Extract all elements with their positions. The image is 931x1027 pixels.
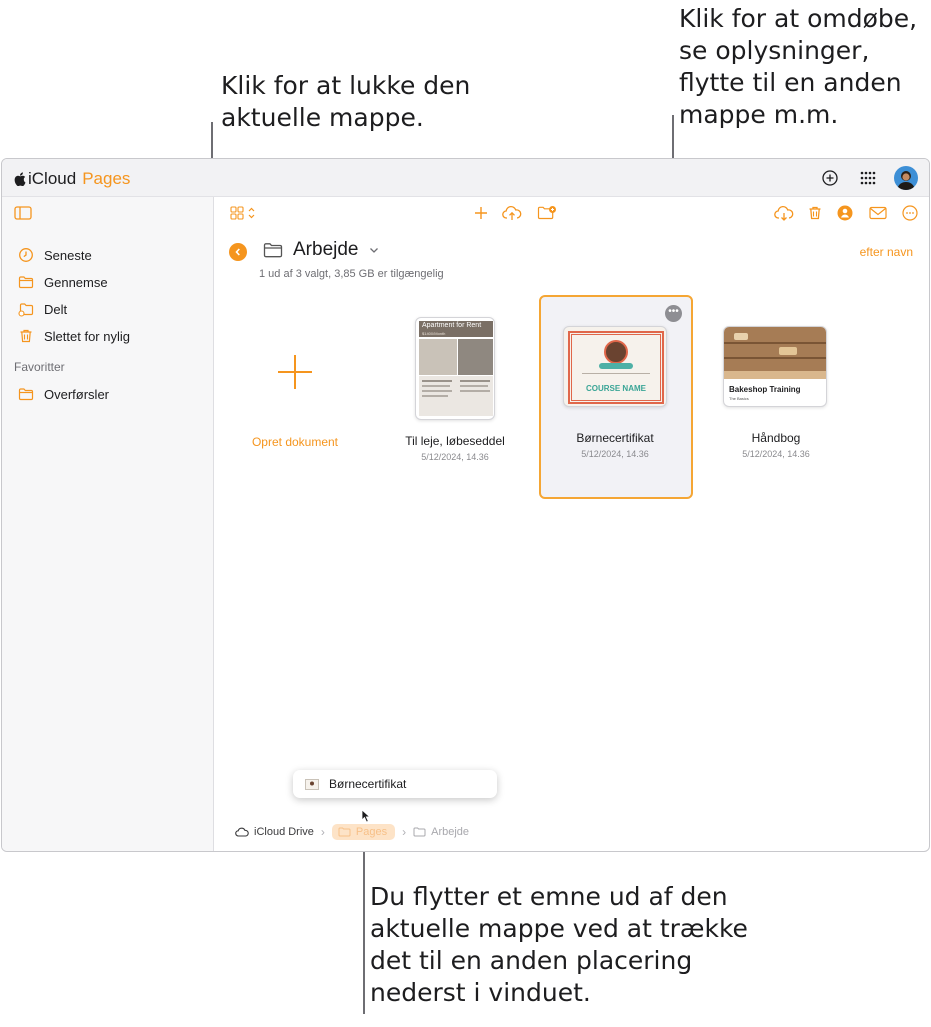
- create-document-button[interactable]: Opret dokument: [245, 342, 345, 449]
- thumb-title: COURSE NAME: [585, 384, 646, 393]
- breadcrumb-item-pages[interactable]: Pages: [331, 824, 396, 840]
- document-icon: [305, 778, 319, 790]
- thumb-subtitle: The Basics: [729, 396, 749, 401]
- callout-line: nederst i vinduet.: [370, 978, 591, 1007]
- breadcrumb-item-arbejde[interactable]: Arbejde: [413, 826, 469, 838]
- avatar[interactable]: [894, 166, 918, 190]
- more-icon[interactable]: [899, 202, 921, 224]
- apple-logo-icon: [14, 172, 26, 186]
- favorites-heading: Favoritter: [14, 360, 65, 374]
- sidebar-item-label: Gennemse: [44, 274, 108, 290]
- collaborate-icon[interactable]: [834, 202, 856, 224]
- close-folder-button[interactable]: [229, 243, 247, 261]
- dragged-item[interactable]: Børnecertifikat: [293, 770, 497, 798]
- callout-line: aktuelle mappe.: [221, 103, 424, 132]
- dragged-item-label: Børnecertifikat: [329, 777, 407, 791]
- document-item[interactable]: Til leje, løbeseddel 5/12/2024, 14.36: [380, 434, 530, 462]
- document-date: 5/12/2024, 14.36: [742, 449, 810, 459]
- title-bar: iCloud Pages: [2, 159, 929, 197]
- thumb-title: Bakeshop Training: [729, 385, 801, 394]
- brand-icloud: iCloud: [28, 169, 77, 188]
- sidebar-item-label: Slettet for nylig: [44, 328, 130, 344]
- view-options-icon[interactable]: [229, 202, 261, 224]
- folder-icon: [338, 827, 351, 837]
- document-date: 5/12/2024, 14.36: [421, 452, 489, 462]
- new-folder-icon[interactable]: [536, 202, 558, 224]
- breadcrumb-item-icloud-drive[interactable]: iCloud Drive: [235, 826, 314, 838]
- callout-drag: Du flytter et emne ud af den aktuelle ma…: [370, 881, 748, 1009]
- callout-close-folder: Klik for at lukke den aktuelle mappe.: [221, 70, 470, 134]
- folder-icon: [263, 243, 283, 258]
- sidebar-item-label: Overførsler: [44, 386, 109, 402]
- breadcrumb-label: Arbejde: [431, 826, 470, 838]
- status-text: 1 ud af 3 valgt, 3,85 GB er tilgængelig: [259, 268, 444, 280]
- clock-icon: [19, 248, 33, 262]
- breadcrumb: iCloud Drive › Pages › Arbejde: [235, 821, 469, 843]
- download-icon[interactable]: [773, 202, 795, 224]
- folder-icon: [18, 388, 34, 401]
- shared-folder-icon: [18, 303, 34, 317]
- sidebar-item-delt[interactable]: Delt: [18, 299, 67, 319]
- folder-icon: [18, 276, 34, 289]
- callout-line: det til en anden placering: [370, 946, 693, 975]
- breadcrumb-label: Pages: [355, 826, 388, 838]
- folder-icon: [413, 827, 426, 837]
- callout-pointer-line: [363, 842, 365, 1014]
- main-content: Arbejde 1 ud af 3 valgt, 3,85 GB er tilg…: [215, 197, 929, 851]
- app-grid-icon[interactable]: [858, 168, 878, 188]
- more-options-button[interactable]: •••: [665, 305, 682, 322]
- sidebar-item-label: Seneste: [44, 247, 92, 263]
- folder-name: Arbejde: [293, 239, 359, 260]
- callout-line: Du flytter et emne ud af den: [370, 882, 728, 911]
- thumb-subtitle: $1400/Month: [422, 331, 446, 336]
- plus-icon: [278, 355, 312, 389]
- sidebar-item-label: Delt: [44, 301, 68, 317]
- chevron-right-icon: ›: [320, 825, 325, 839]
- folder-title[interactable]: Arbejde: [263, 239, 379, 261]
- callout-line: se oplysninger,: [679, 36, 870, 65]
- sidebar-item-overforsler[interactable]: Overførsler: [18, 384, 109, 404]
- sidebar: Seneste Gennemse Delt Slettet for nylig …: [2, 197, 214, 851]
- callout-line: aktuelle mappe ved at trække: [370, 914, 748, 943]
- thumb-title: Apartment for Rent: [422, 322, 482, 329]
- document-thumbnail[interactable]: Apartment for Rent $1400/Month: [415, 317, 495, 420]
- sidebar-item-slettet[interactable]: Slettet for nylig: [18, 326, 130, 346]
- cloud-icon: [235, 827, 249, 837]
- callout-line: flytte til en anden: [679, 68, 902, 97]
- app-brand[interactable]: iCloud Pages: [14, 169, 130, 189]
- document-item[interactable]: Børnecertifikat 5/12/2024, 14.36: [540, 431, 690, 459]
- document-thumbnail[interactable]: COURSE NAME: [563, 326, 667, 407]
- callout-line: Klik for at lukke den: [221, 71, 471, 100]
- app-window: iCloud Pages Seneste Gennemse Delt Slett…: [1, 158, 930, 852]
- document-name: Håndbog: [751, 431, 801, 445]
- chevron-left-icon: [235, 248, 240, 256]
- sort-button[interactable]: efter navn: [860, 245, 913, 259]
- chevron-right-icon: ›: [402, 825, 407, 839]
- chevron-down-icon: [369, 248, 378, 253]
- upload-icon[interactable]: [501, 202, 523, 224]
- document-thumbnail[interactable]: Bakeshop Training The Basics: [723, 326, 827, 407]
- delete-icon[interactable]: [804, 202, 826, 224]
- add-document-icon[interactable]: [470, 202, 492, 224]
- document-name: Børnecertifikat: [576, 431, 654, 445]
- brand-pages: Pages: [82, 169, 131, 188]
- document-date: 5/12/2024, 14.36: [581, 449, 649, 459]
- document-item[interactable]: Håndbog 5/12/2024, 14.36: [701, 431, 851, 459]
- trash-icon: [20, 329, 32, 343]
- callout-rename: Klik for at omdøbe, se oplysninger, flyt…: [679, 3, 917, 131]
- mail-icon[interactable]: [867, 202, 889, 224]
- add-icon[interactable]: [820, 168, 840, 188]
- create-document-label: Opret dokument: [251, 435, 339, 449]
- document-name: Til leje, løbeseddel: [405, 434, 505, 448]
- breadcrumb-label: iCloud Drive: [254, 826, 314, 838]
- sidebar-item-gennemse[interactable]: Gennemse: [18, 272, 108, 292]
- sidebar-item-seneste[interactable]: Seneste: [18, 245, 92, 265]
- callout-line: Klik for at omdøbe,: [679, 4, 918, 33]
- sidebar-toggle-icon[interactable]: [12, 202, 34, 224]
- callout-line: mappe m.m.: [679, 100, 839, 129]
